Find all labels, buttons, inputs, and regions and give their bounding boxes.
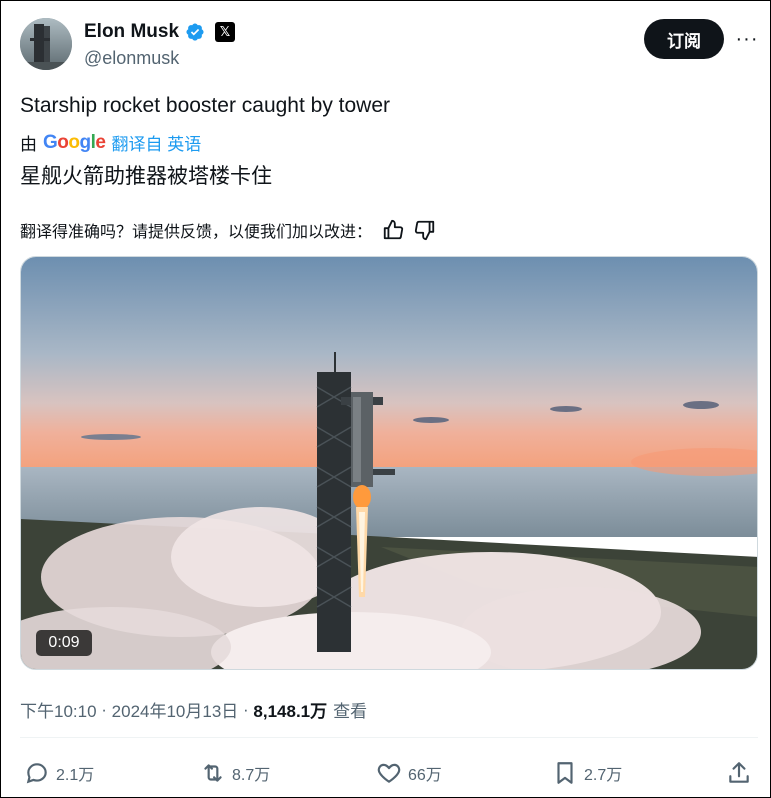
views-label: 查看	[333, 702, 368, 721]
translated-text: 星舰火箭助推器被塔楼卡住	[20, 165, 272, 188]
feedback-prompt: 翻译得准确吗？请提供反馈，以便我们加以改进：	[20, 224, 373, 241]
reply-button[interactable]: 2.1万	[24, 756, 94, 790]
meta-separator: ·	[96, 699, 112, 719]
tweet-date[interactable]: 2024年10月13日	[112, 697, 239, 722]
avatar[interactable]	[20, 18, 72, 70]
tweet-meta: 下午10:10 · 2024年10月13日 · 8,148.1万 查看	[20, 697, 367, 722]
bookmark-button[interactable]: 2.7万	[552, 756, 622, 790]
subscribe-button[interactable]: 订阅	[644, 19, 724, 59]
retweet-button[interactable]: 8.7万	[200, 756, 270, 790]
retweet-count: 8.7万	[232, 767, 271, 784]
translation-prefix: 由	[20, 135, 37, 154]
translated-from-link[interactable]: 翻译自 英语	[111, 130, 201, 155]
author-handle[interactable]: @elonmusk	[84, 48, 179, 69]
video-frame	[21, 257, 757, 669]
thumbs-down-icon[interactable]	[414, 219, 436, 241]
video-duration-badge: 0:09	[36, 630, 92, 656]
divider	[20, 737, 758, 738]
translation-feedback: 翻译得准确吗？请提供反馈，以便我们加以改进：	[20, 218, 436, 242]
share-icon	[729, 762, 749, 783]
verified-badge-icon	[186, 23, 204, 41]
bookmark-count: 2.7万	[584, 767, 623, 784]
bookmark-icon	[557, 762, 573, 784]
more-options-icon[interactable]: ···	[736, 26, 758, 52]
author-name-text[interactable]: Elon Musk	[84, 21, 179, 43]
google-logo: Google	[43, 131, 106, 153]
reply-icon	[26, 763, 47, 784]
translation-attribution: 由 Google 翻译自 英语	[20, 130, 201, 155]
reply-count: 2.1万	[56, 767, 95, 784]
video-player[interactable]	[20, 256, 758, 670]
like-count: 66万	[408, 767, 442, 784]
x-logo-icon: 𝕏	[215, 22, 236, 42]
thumbs-up-icon[interactable]	[382, 219, 404, 241]
heart-icon	[377, 763, 401, 783]
action-bar: 2.1万 8.7万 66万 2.7万	[0, 756, 771, 790]
views-count: 8,148.1万	[253, 702, 328, 721]
meta-separator-2: ·	[238, 699, 254, 719]
like-button[interactable]: 66万	[376, 756, 442, 790]
retweet-icon	[204, 764, 222, 782]
author-name[interactable]: Elon Musk 𝕏	[84, 20, 236, 44]
share-button[interactable]	[726, 756, 752, 790]
tweet-time[interactable]: 下午10:10	[20, 697, 97, 722]
tweet-text: Starship rocket booster caught by tower	[20, 94, 391, 117]
